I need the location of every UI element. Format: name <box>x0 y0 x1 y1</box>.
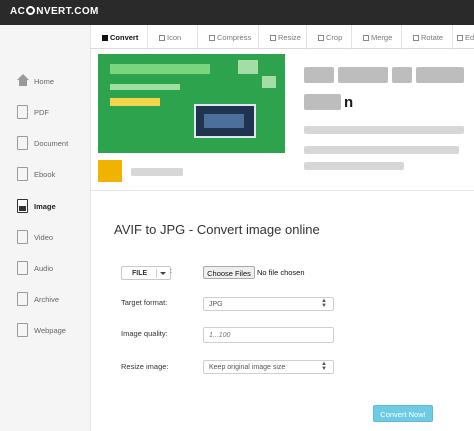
file-source-dropdown[interactable]: FILE <box>121 266 171 280</box>
sidebar-item-label: PDF <box>34 108 49 117</box>
target-format-value: JPG <box>209 301 223 308</box>
sidebar-item-label: Audio <box>34 264 54 273</box>
sidebar-item-ebook[interactable]: Ebook <box>0 163 91 187</box>
converter-form: AVIF to JPG - Convert image online FILE … <box>91 191 474 431</box>
tab-label: Compress <box>217 33 252 42</box>
archive-file-icon <box>17 292 28 306</box>
ad-blurred-text <box>304 146 459 154</box>
ad-logo <box>98 160 122 182</box>
checkbox-icon <box>102 35 108 41</box>
sidebar-item-webpage[interactable]: Webpage <box>0 319 91 343</box>
sidebar-item-label: Home <box>34 77 55 86</box>
ad-blurred-text <box>338 67 388 83</box>
tab-compress[interactable]: Compress <box>198 25 259 49</box>
select-arrows-icon: ▲ ▼ <box>321 361 327 372</box>
tab-label: Ed <box>465 33 474 42</box>
checkbox-icon <box>159 35 165 41</box>
pdf-file-icon <box>17 105 28 119</box>
file-button-label: FILE <box>132 270 148 277</box>
choose-files-button[interactable]: Choose Files <box>203 266 255 279</box>
tab-label: Merge <box>371 33 393 42</box>
image-file-icon <box>17 199 28 213</box>
ad-screen-image <box>194 104 256 138</box>
resize-image-select[interactable]: Keep original image size ▲ ▼ <box>203 360 334 374</box>
sidebar-item-label: Document <box>34 139 69 148</box>
tab-resize[interactable]: Resize <box>259 25 307 49</box>
ad-banner[interactable]: n <box>91 49 474 191</box>
sidebar-item-label: Ebook <box>34 170 56 179</box>
sidebar-item-video[interactable]: Video <box>0 226 91 250</box>
sidebar-item-label: Archive <box>34 295 60 304</box>
ad-image-block <box>110 64 210 74</box>
sidebar-item-label: Video <box>34 233 54 242</box>
checkbox-icon <box>457 35 463 41</box>
audio-file-icon <box>17 261 28 275</box>
ad-image[interactable] <box>98 54 285 153</box>
sidebar-item-image[interactable]: Image <box>0 195 91 219</box>
file-status-text: No file chosen <box>257 268 305 277</box>
sidebar-item-archive[interactable]: Archive <box>0 288 91 312</box>
checkbox-icon <box>318 35 324 41</box>
resize-image-label: Resize image: <box>121 362 169 371</box>
resize-image-value: Keep original image size <box>209 364 286 371</box>
home-icon <box>17 74 29 88</box>
ad-image-block <box>262 76 276 88</box>
ad-blurred-text <box>416 67 464 83</box>
ad-image-block <box>110 84 180 90</box>
tab-edit[interactable]: Ed <box>453 25 474 49</box>
tab-rotate[interactable]: Rotate <box>402 25 453 49</box>
logo-suffix: NVERT.COM <box>36 6 99 17</box>
sidebar: Home PDF Document Ebook Image Video Audi… <box>0 25 91 431</box>
checkbox-icon <box>270 35 276 41</box>
site-logo[interactable]: AC NVERT.COM <box>10 6 99 17</box>
ad-blurred-text <box>131 168 183 176</box>
sidebar-item-label: Image <box>34 202 56 211</box>
tab-crop[interactable]: Crop <box>307 25 352 49</box>
ad-blurred-text <box>304 162 404 170</box>
gear-icon <box>26 6 36 15</box>
ad-image-block <box>238 60 258 74</box>
checkbox-icon <box>413 35 419 41</box>
tab-merge[interactable]: Merge <box>352 25 402 49</box>
sidebar-item-pdf[interactable]: PDF <box>0 101 91 125</box>
logo-prefix: AC <box>10 6 26 17</box>
tab-convert[interactable]: Convert <box>91 25 148 49</box>
ad-blurred-text <box>392 67 412 83</box>
target-format-label: Target format: <box>121 298 168 307</box>
top-bar: AC NVERT.COM <box>0 0 474 25</box>
sidebar-item-label: Webpage <box>34 326 66 335</box>
checkbox-icon <box>363 35 369 41</box>
tab-label: Resize <box>278 33 301 42</box>
tab-icon[interactable]: Icon <box>148 25 198 49</box>
convert-now-button[interactable]: Convert Now! <box>373 405 433 422</box>
tool-tabs: Convert Icon Compress Resize Crop Merge … <box>91 25 474 49</box>
webpage-file-icon <box>17 323 28 337</box>
ad-image-block <box>110 98 160 106</box>
select-arrows-icon: ▲ ▼ <box>321 298 327 309</box>
document-file-icon <box>17 136 28 150</box>
page-title: AVIF to JPG - Convert image online <box>114 222 320 237</box>
ad-blurred-text <box>304 126 464 134</box>
tab-label: Icon <box>167 33 182 42</box>
ad-blurred-text <box>304 94 341 110</box>
tab-label: Convert <box>110 33 139 42</box>
target-format-select[interactable]: JPG ▲ ▼ <box>203 297 334 311</box>
image-quality-label: Image quality: <box>121 329 168 338</box>
tab-label: Crop <box>326 33 343 42</box>
ad-visible-letter: n <box>344 94 354 111</box>
sidebar-item-audio[interactable]: Audio <box>0 257 91 281</box>
sidebar-item-document[interactable]: Document <box>0 132 91 156</box>
chevron-down-icon <box>160 272 166 275</box>
sidebar-item-home[interactable]: Home <box>0 70 91 94</box>
video-file-icon <box>17 230 28 244</box>
ad-blurred-text <box>304 67 334 83</box>
image-quality-input[interactable] <box>203 327 334 343</box>
tab-label: Rotate <box>421 33 444 42</box>
ebook-file-icon <box>17 167 28 181</box>
checkbox-icon <box>209 35 215 41</box>
divider <box>156 269 157 278</box>
colon-icon: : <box>170 268 172 275</box>
